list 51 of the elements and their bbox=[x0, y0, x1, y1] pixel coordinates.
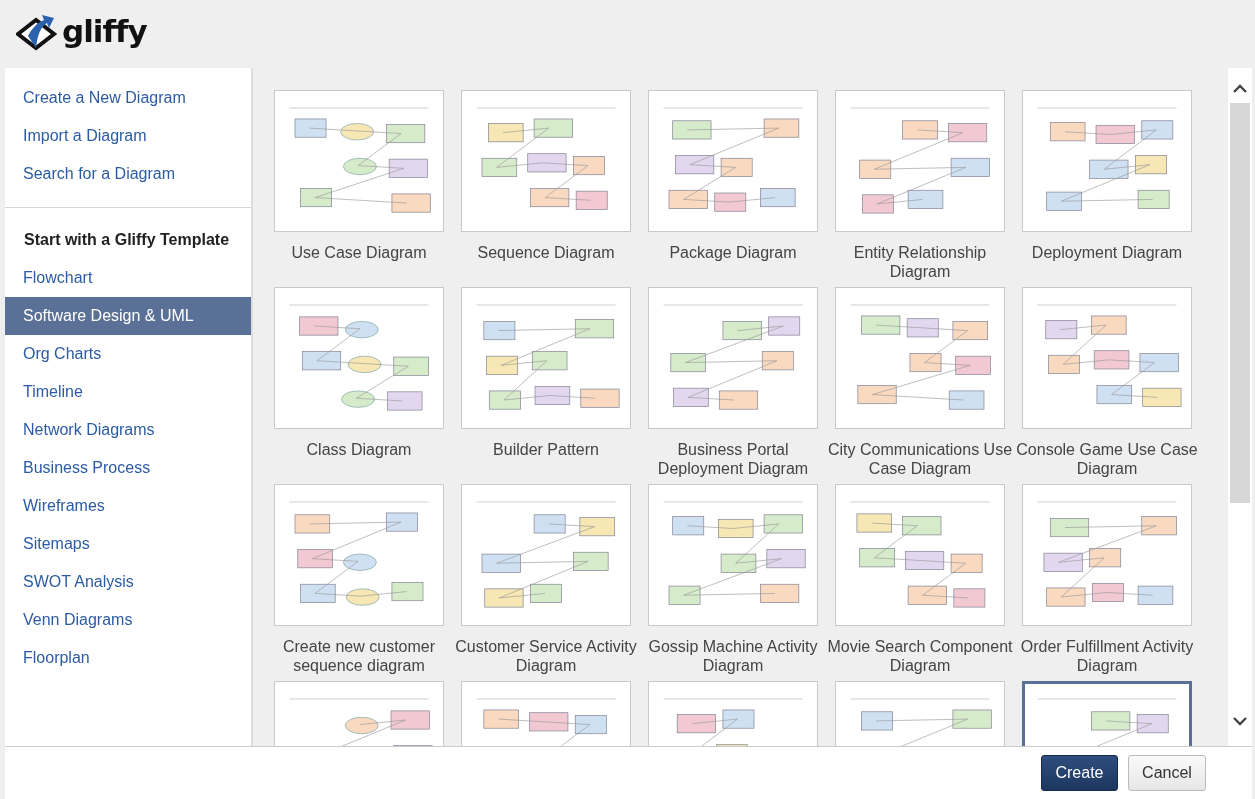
template-title: Business Portal Deployment Diagram bbox=[656, 440, 810, 478]
template-thumbnail[interactable] bbox=[1022, 484, 1192, 626]
template-thumbnail[interactable] bbox=[835, 484, 1005, 626]
template-thumbnail[interactable] bbox=[835, 90, 1005, 232]
template-title: Entity Relationship Diagram bbox=[852, 243, 988, 281]
template-title: Use Case Diagram bbox=[290, 243, 428, 262]
template-title: Package Diagram bbox=[668, 243, 798, 262]
template-title: Console Game Use Case Diagram bbox=[1015, 440, 1199, 478]
sidebar-item[interactable]: Wireframes bbox=[5, 487, 251, 525]
sidebar-item[interactable]: Floorplan bbox=[5, 639, 251, 677]
sidebar-item[interactable]: SWOT Analysis bbox=[5, 563, 251, 601]
sidebar-item[interactable]: Org Charts bbox=[5, 335, 251, 373]
template-title: Sequence Diagram bbox=[476, 243, 616, 262]
template-title: Deployment Diagram bbox=[1030, 243, 1184, 262]
template-title: Gossip Machine Activity Diagram bbox=[647, 637, 819, 675]
sidebar-item[interactable]: Timeline bbox=[5, 373, 251, 411]
template-thumbnail[interactable] bbox=[274, 90, 444, 232]
logo-text: gliffy bbox=[62, 15, 147, 47]
template-thumbnail[interactable] bbox=[461, 484, 631, 626]
template-title: Customer Service Activity Diagram bbox=[454, 637, 638, 675]
sidebar-item[interactable]: Flowchart bbox=[5, 259, 251, 297]
template-title: City Communications Use Case Diagram bbox=[827, 440, 1013, 478]
sidebar-item[interactable]: Network Diagrams bbox=[5, 411, 251, 449]
sidebar-link[interactable]: Import a Diagram bbox=[5, 117, 251, 155]
sidebar-item[interactable]: Software Design & UML bbox=[5, 297, 251, 335]
template-thumbnail[interactable] bbox=[648, 287, 818, 429]
sidebar-link[interactable]: Search for a Diagram bbox=[5, 155, 251, 193]
template-thumbnail[interactable] bbox=[274, 287, 444, 429]
scroll-down-icon[interactable] bbox=[1233, 717, 1247, 726]
template-title: Order Fulfillment Activity Diagram bbox=[1019, 637, 1195, 675]
sidebar-item[interactable]: Business Process bbox=[5, 449, 251, 487]
template-thumbnail[interactable] bbox=[274, 484, 444, 626]
template-thumbnail[interactable] bbox=[461, 90, 631, 232]
template-title: Builder Pattern bbox=[492, 440, 600, 459]
template-thumbnail[interactable] bbox=[1022, 90, 1192, 232]
template-thumbnail[interactable] bbox=[648, 90, 818, 232]
sidebar-link[interactable]: Create a New Diagram bbox=[5, 79, 251, 117]
template-title: Create new customer sequence diagram bbox=[281, 637, 437, 675]
sidebar-item[interactable]: Sitemaps bbox=[5, 525, 251, 563]
scrollbar-thumb[interactable] bbox=[1230, 103, 1250, 503]
scroll-up-icon[interactable] bbox=[1233, 84, 1247, 93]
cancel-button[interactable]: Cancel bbox=[1128, 755, 1206, 791]
template-title: Class Diagram bbox=[305, 440, 413, 459]
template-thumbnail[interactable] bbox=[835, 287, 1005, 429]
section-heading: Start with a Gliffy Template bbox=[23, 230, 231, 250]
template-thumbnail[interactable] bbox=[1022, 287, 1192, 429]
create-button[interactable]: Create bbox=[1041, 755, 1118, 791]
template-thumbnail[interactable] bbox=[461, 287, 631, 429]
sidebar-item[interactable]: Venn Diagrams bbox=[5, 601, 251, 639]
template-thumbnail[interactable] bbox=[648, 484, 818, 626]
template-title: Movie Search Component Diagram bbox=[827, 637, 1013, 675]
